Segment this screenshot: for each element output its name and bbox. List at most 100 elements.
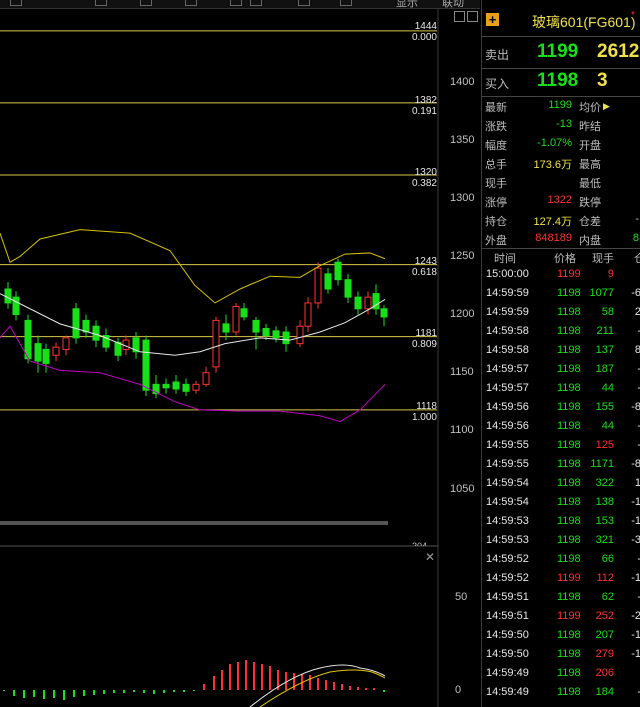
tick-row[interactable]: 14:59:57119844- (482, 379, 640, 398)
close-icon[interactable]: ✕ (425, 550, 435, 564)
tick-oi: -8 (631, 458, 640, 470)
candle (12, 296, 20, 316)
tick-oi: -1 (631, 629, 640, 641)
field-value: 1199 (548, 99, 572, 111)
sell-label: 卖出 (485, 48, 510, 62)
candle (92, 325, 100, 341)
tick-row[interactable]: 14:59:50 1198 207 -1 (482, 626, 640, 645)
candle (354, 296, 362, 310)
kline-chart[interactable]: ✕ 1444 0.000 1382 0.191 1320 0.382 1243 0.61… (0, 0, 480, 707)
quote-header: + 玻璃601(FG601) * (482, 10, 640, 34)
tick-time: 14:59:53 (486, 515, 529, 527)
field-label2: 均价 (579, 102, 601, 114)
contract-title[interactable]: 玻璃601(FG601) (532, 12, 635, 32)
tick-row[interactable]: 15:00:00 1199 9 (482, 265, 640, 284)
price-axis-label: 1200 (450, 308, 475, 320)
sell-row[interactable]: 卖出 1199 2612 (482, 40, 640, 66)
tick-row[interactable]: 14:59:50 1198 279 -1 (482, 645, 640, 664)
tick-row[interactable]: 14:59:52119866- (482, 550, 640, 569)
tick-row[interactable]: 14:59:49 1198 206 (482, 664, 640, 683)
tick-row[interactable]: 14:59:491198184- (482, 683, 640, 702)
tick-volume: 207 (595, 629, 614, 641)
tick-oi: -1 (631, 572, 640, 584)
price-axis-label: 1050 (450, 483, 475, 495)
tick-row[interactable]: 14:59:51 1199 252 -2 (482, 607, 640, 626)
tick-time: 14:59:54 (486, 477, 529, 489)
candle (262, 328, 270, 337)
tick-volume: 44 (601, 420, 614, 432)
ticks-list[interactable]: 15:00:00 1199 9 14:59:59 1198 1077 -6 14:59:59 1… (482, 265, 640, 707)
tick-row[interactable]: 14:59:571198187- (482, 360, 640, 379)
tick-price: 1198 (557, 439, 581, 451)
add-contract-icon[interactable]: + (486, 13, 499, 26)
tick-time: 14:59:59 (486, 306, 529, 318)
buy-row[interactable]: 买入 1198 3 (482, 69, 640, 95)
ticks-header-vol: 现手 (592, 253, 614, 265)
candle (252, 319, 260, 333)
candle (212, 319, 220, 368)
tick-price: 1198 (557, 686, 581, 698)
tick-volume: 279 (595, 648, 614, 660)
field-label: 涨停 (485, 197, 507, 209)
restore-icon[interactable] (454, 11, 465, 22)
tick-time: 14:59:52 (486, 553, 529, 565)
buy-volume: 3 (597, 70, 608, 91)
tick-volume: 44 (601, 382, 614, 394)
tick-time: 14:59:49 (486, 686, 529, 698)
tick-volume: 62 (601, 591, 614, 603)
tick-row[interactable]: 14:59:59 1198 58 2 (482, 303, 640, 322)
tick-row[interactable]: 14:59:59 1198 1077 -6 (482, 284, 640, 303)
maximize-icon[interactable] (467, 11, 478, 22)
boll-lower-line (0, 325, 386, 423)
field-row-current: 现手 最低 (482, 172, 640, 191)
tick-volume: 1171 (590, 458, 614, 470)
tick-volume: 66 (601, 553, 614, 565)
field-label: 幅度 (485, 140, 507, 152)
divider (482, 36, 640, 37)
tick-volume: 322 (595, 477, 614, 489)
candle (314, 267, 322, 304)
tick-row[interactable]: 14:59:551198125- (482, 436, 640, 455)
candle (240, 308, 248, 318)
candle (82, 319, 90, 333)
tick-time: 14:59:55 (486, 458, 529, 470)
tick-row[interactable]: 14:59:58 1198 137 8 (482, 341, 640, 360)
field-label: 最新 (485, 102, 507, 114)
price-axis-label: 1400 (450, 76, 475, 88)
field-more-icon[interactable]: ▶ (603, 101, 610, 112)
buy-label: 买入 (485, 77, 510, 91)
sell-volume: 2612 (597, 41, 640, 62)
tick-row[interactable]: 14:59:51119862- (482, 588, 640, 607)
field-value: -13 (556, 118, 572, 130)
field-row-limit: 涨停 1322 跌停 (482, 191, 640, 210)
field-row-oi: 持仓 127.4万 仓差 - (482, 210, 640, 229)
tick-oi: 2 (634, 306, 640, 318)
fib-label-3: 1243 0.618 (411, 256, 437, 278)
chart-scrollbar (0, 521, 388, 525)
tick-row[interactable]: 14:59:54 1198 138 -1 (482, 493, 640, 512)
tick-time: 14:59:51 (486, 610, 529, 622)
indicator-axis-label: 50 (455, 591, 468, 603)
tick-row[interactable]: 14:59:53 1198 153 -1 (482, 512, 640, 531)
field-row-change: 涨跌 -13 昨结 (482, 115, 640, 134)
candle (4, 288, 12, 304)
tick-price: 1199 (557, 610, 581, 622)
tick-row[interactable]: 14:59:52 1199 112 -1 (482, 569, 640, 588)
tick-oi: -1 (631, 515, 640, 527)
tick-row[interactable]: 14:59:581198211- (482, 322, 640, 341)
tick-oi: -8 (631, 401, 640, 413)
tick-row[interactable]: 14:59:56119844- (482, 417, 640, 436)
candle (364, 296, 372, 310)
tick-volume: 9 (607, 268, 614, 280)
tick-row[interactable]: 14:59:56 1198 155 -8 (482, 398, 640, 417)
price-axis-label: 1300 (450, 192, 475, 204)
tick-price: 1198 (557, 515, 581, 527)
boll-upper-line (0, 229, 386, 304)
tick-row[interactable]: 14:59:54 1198 322 1 (482, 474, 640, 493)
tick-oi: 1 (634, 477, 640, 489)
candle (192, 383, 200, 391)
tick-time: 14:59:57 (486, 363, 529, 375)
tick-oi: -2 (631, 610, 640, 622)
tick-row[interactable]: 14:59:53 1198 321 -3 (482, 531, 640, 550)
tick-row[interactable]: 14:59:55 1198 1171 -8 (482, 455, 640, 474)
